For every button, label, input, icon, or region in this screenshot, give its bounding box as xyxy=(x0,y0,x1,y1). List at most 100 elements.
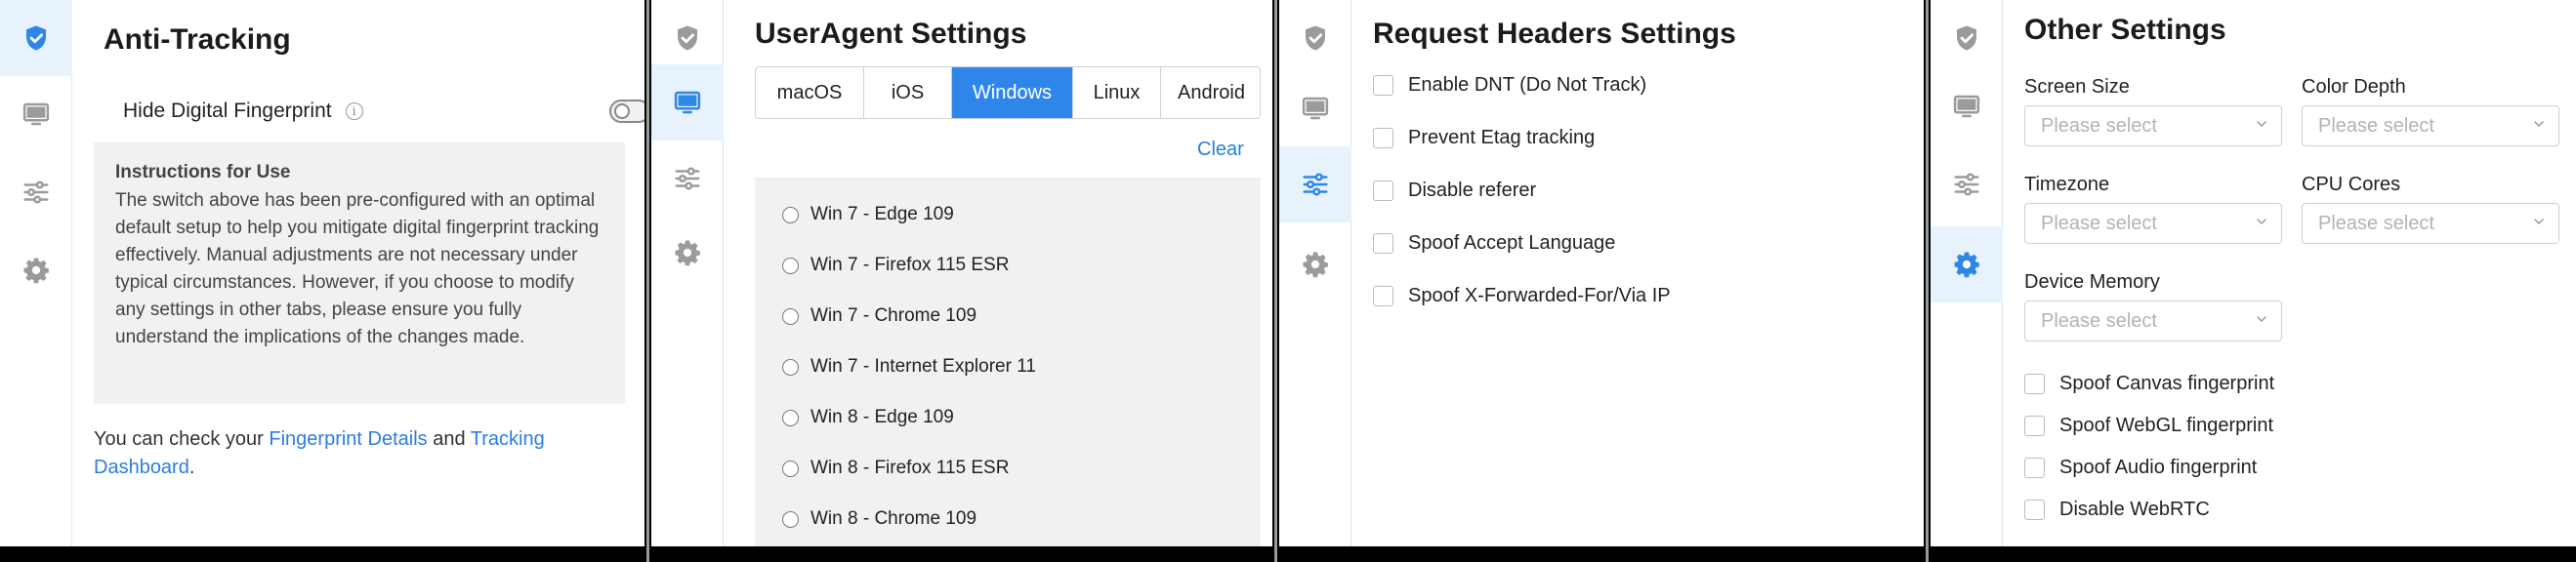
device-memory-select[interactable]: Please select xyxy=(2024,301,2282,341)
sliders-icon xyxy=(673,164,702,193)
tab-android[interactable]: Android xyxy=(1161,67,1260,118)
cpu-cores-label: CPU Cores xyxy=(2302,174,2401,195)
radio-button[interactable] xyxy=(782,307,799,325)
nav-useragent-button[interactable] xyxy=(1931,68,2003,144)
sliders-icon xyxy=(21,178,51,207)
shield-check-icon xyxy=(1301,23,1330,53)
screen-size-label: Screen Size xyxy=(2024,76,2130,98)
instructions-box: Instructions for Use The switch above ha… xyxy=(94,142,625,404)
useragent-option[interactable]: Win 7 - Internet Explorer 11 xyxy=(755,341,1261,392)
chevron-down-icon xyxy=(2256,118,2267,130)
useragent-label: Win 7 - Internet Explorer 11 xyxy=(810,356,1036,377)
useragent-option[interactable]: Win 8 - Firefox 115 ESR xyxy=(755,443,1261,494)
checkbox[interactable] xyxy=(1373,232,1393,254)
chevron-down-icon xyxy=(2533,118,2545,130)
anti-tracking-panel: Anti-Tracking Hide Digital Fingerprint i… xyxy=(0,0,644,546)
checkbox[interactable] xyxy=(2024,499,2045,520)
nav-headers-button[interactable] xyxy=(651,140,724,217)
chevron-down-icon xyxy=(2533,216,2545,227)
accept-language-option[interactable]: Spoof Accept Language xyxy=(1373,228,1615,258)
select-placeholder: Please select xyxy=(2041,212,2157,234)
os-tabs: macOS iOS Windows Linux Android xyxy=(755,66,1261,119)
useragent-option[interactable]: Win 8 - Edge 109 xyxy=(755,392,1261,443)
cpu-cores-select[interactable]: Please select xyxy=(2302,203,2559,244)
tab-macos[interactable]: macOS xyxy=(756,67,864,118)
sliders-icon xyxy=(1952,170,1981,199)
webrtc-option[interactable]: Disable WebRTC xyxy=(2024,495,2210,524)
monitor-icon xyxy=(1301,94,1330,123)
option-label: Spoof Audio fingerprint xyxy=(2059,456,2258,478)
sliders-icon xyxy=(1301,170,1330,199)
checkbox[interactable] xyxy=(1373,180,1393,201)
tab-linux[interactable]: Linux xyxy=(1073,67,1161,118)
nav-useragent-button[interactable] xyxy=(0,76,72,152)
webgl-option[interactable]: Spoof WebGL fingerprint xyxy=(2024,411,2273,440)
nav-headers-button[interactable] xyxy=(1279,146,1351,222)
nav-other-settings-button[interactable] xyxy=(1279,226,1351,302)
option-label: Prevent Etag tracking xyxy=(1408,126,1596,148)
nav-other-settings-button[interactable] xyxy=(651,215,724,291)
timezone-select[interactable]: Please select xyxy=(2024,203,2282,244)
nav-rail xyxy=(651,0,724,546)
shield-check-icon xyxy=(1952,23,1981,53)
nav-rail xyxy=(1931,0,2003,546)
device-memory-label: Device Memory xyxy=(2024,271,2160,293)
info-icon[interactable]: i xyxy=(345,102,363,120)
radio-button[interactable] xyxy=(782,358,799,376)
nav-useragent-button[interactable] xyxy=(651,64,724,140)
option-label: Spoof X-Forwarded-For/Via IP xyxy=(1408,284,1671,306)
nav-anti-tracking-button[interactable] xyxy=(1931,0,2003,76)
page-title: Anti-Tracking xyxy=(104,23,291,56)
option-label: Disable WebRTC xyxy=(2059,498,2210,520)
radio-button[interactable] xyxy=(782,409,799,426)
option-label: Spoof Canvas fingerprint xyxy=(2059,372,2275,394)
x-forwarded-for-option[interactable]: Spoof X-Forwarded-For/Via IP xyxy=(1373,281,1671,310)
select-placeholder: Please select xyxy=(2041,114,2157,137)
radio-button[interactable] xyxy=(782,460,799,477)
checkbox[interactable] xyxy=(1373,285,1393,306)
fingerprint-details-link[interactable]: Fingerprint Details xyxy=(269,428,427,450)
gear-icon xyxy=(673,238,702,267)
tab-windows[interactable]: Windows xyxy=(952,67,1073,118)
radio-button[interactable] xyxy=(782,206,799,223)
useragent-option[interactable]: Win 7 - Firefox 115 ESR xyxy=(755,240,1261,291)
monitor-icon xyxy=(673,88,702,117)
nav-other-settings-button[interactable] xyxy=(1931,226,2003,302)
canvas-option[interactable]: Spoof Canvas fingerprint xyxy=(2024,369,2274,398)
etag-option[interactable]: Prevent Etag tracking xyxy=(1373,123,1595,152)
nav-headers-button[interactable] xyxy=(1931,146,2003,222)
gear-icon xyxy=(1301,250,1330,279)
page-title: Request Headers Settings xyxy=(1373,18,1736,50)
useragent-option[interactable]: Win 7 - Edge 109 xyxy=(755,189,1261,240)
checkbox[interactable] xyxy=(2024,373,2045,394)
useragent-label: Win 8 - Edge 109 xyxy=(810,407,954,427)
clear-button[interactable]: Clear xyxy=(1197,139,1244,161)
nav-anti-tracking-button[interactable] xyxy=(1279,0,1351,76)
monitor-icon xyxy=(1952,92,1981,121)
tab-ios[interactable]: iOS xyxy=(864,67,952,118)
dnt-option[interactable]: Enable DNT (Do Not Track) xyxy=(1373,70,1646,100)
checkbox[interactable] xyxy=(2024,415,2045,436)
audio-option[interactable]: Spoof Audio fingerprint xyxy=(2024,453,2257,482)
nav-headers-button[interactable] xyxy=(0,154,72,230)
checkbox[interactable] xyxy=(1373,74,1393,96)
radio-button[interactable] xyxy=(782,257,799,274)
and-text: and xyxy=(427,428,471,450)
useragent-option[interactable]: Win 8 - Chrome 109 xyxy=(755,494,1261,544)
nav-other-settings-button[interactable] xyxy=(0,232,72,308)
radio-button[interactable] xyxy=(782,510,799,528)
hide-fingerprint-label: Hide Digital Fingerprint xyxy=(123,100,332,122)
nav-anti-tracking-button[interactable] xyxy=(0,0,72,76)
instructions-title: Instructions for Use xyxy=(115,162,291,182)
useragent-option[interactable]: Win 7 - Chrome 109 xyxy=(755,291,1261,341)
hide-fingerprint-toggle[interactable] xyxy=(609,100,644,123)
nav-useragent-button[interactable] xyxy=(1279,70,1351,146)
useragent-label: Win 7 - Firefox 115 ESR xyxy=(810,255,1010,275)
other-settings-panel: Other Settings Screen Size Please select… xyxy=(1931,0,2576,546)
checkbox[interactable] xyxy=(1373,127,1393,148)
referer-option[interactable]: Disable referer xyxy=(1373,176,1536,205)
checkbox[interactable] xyxy=(2024,457,2045,478)
screen-size-select[interactable]: Please select xyxy=(2024,105,2282,146)
color-depth-select[interactable]: Please select xyxy=(2302,105,2559,146)
gear-icon xyxy=(1952,250,1981,279)
